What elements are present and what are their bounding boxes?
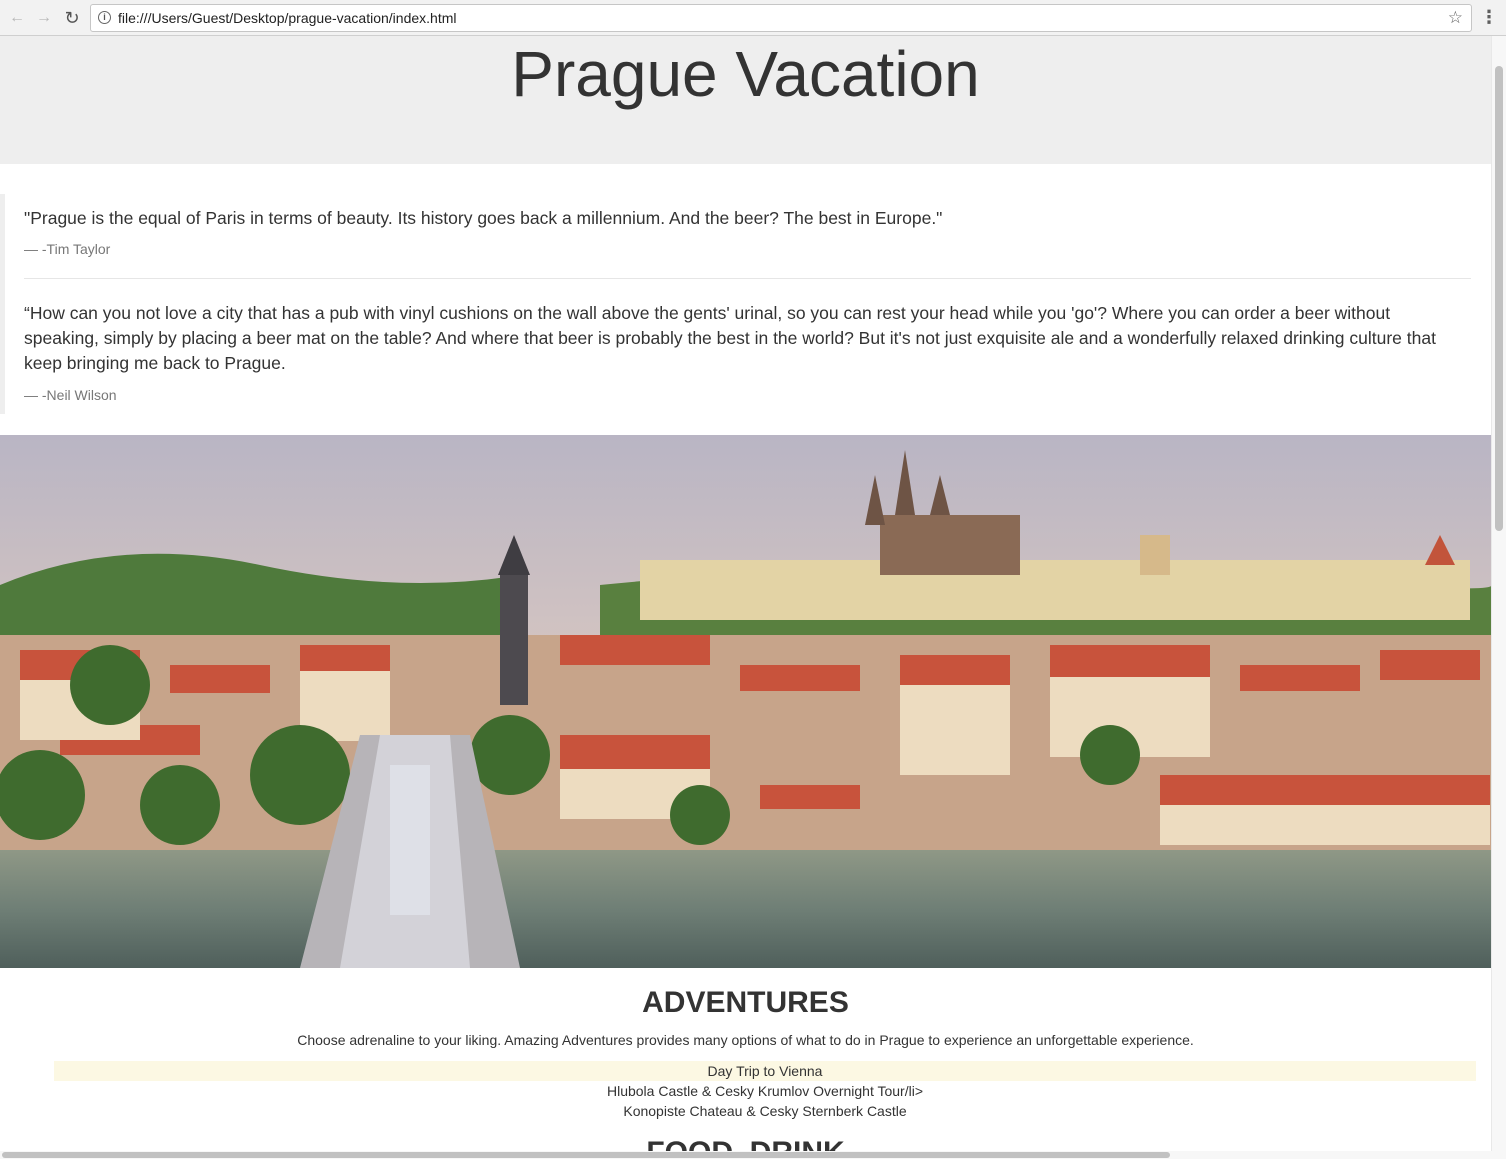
- adventures-heading: ADVENTURES: [642, 986, 849, 1019]
- url-text[interactable]: file:///Users/Guest/Desktop/prague-vacat…: [118, 10, 457, 26]
- horizontal-scrollbar-thumb[interactable]: [2, 1152, 1170, 1158]
- info-icon[interactable]: i: [98, 11, 111, 24]
- back-icon[interactable]: ←: [5, 6, 29, 30]
- vertical-scrollbar-thumb[interactable]: [1495, 66, 1503, 531]
- bookmark-star-icon[interactable]: ☆: [1448, 8, 1463, 28]
- reload-icon[interactable]: ↻: [60, 6, 84, 30]
- tour-list: Day Trip to Vienna Hlubola Castle & Cesk…: [54, 1061, 1476, 1121]
- browser-menu-icon[interactable]: ⋮: [1480, 7, 1498, 28]
- list-item[interactable]: Day Trip to Vienna: [54, 1061, 1476, 1081]
- list-item[interactable]: Hlubola Castle & Cesky Krumlov Overnight…: [54, 1081, 1476, 1101]
- page-title: Prague Vacation: [511, 38, 980, 110]
- quote-author: — -Tim Taylor: [24, 241, 111, 257]
- prague-panorama-image: [0, 435, 1491, 968]
- jumbotron-header: Prague Vacation: [0, 36, 1491, 164]
- quotes-blockquote: "Prague is the equal of Paris in terms o…: [0, 194, 1491, 414]
- food-drink-heading: FOOD, DRINK: [0, 1136, 1491, 1151]
- horizontal-scrollbar[interactable]: [0, 1151, 1506, 1159]
- browser-toolbar: ← → ↻ i file:///Users/Guest/Desktop/prag…: [0, 0, 1506, 36]
- quote-divider: [24, 278, 1471, 279]
- quote-text: "Prague is the equal of Paris in terms o…: [24, 208, 943, 228]
- adventures-description: Choose adrenaline to your liking. Amazin…: [297, 1032, 1194, 1048]
- quote-text: “How can you not love a city that has a …: [24, 303, 1436, 373]
- address-bar[interactable]: i file:///Users/Guest/Desktop/prague-vac…: [90, 4, 1472, 32]
- forward-icon[interactable]: →: [32, 6, 56, 30]
- quote-author: — -Neil Wilson: [24, 387, 117, 403]
- vertical-scrollbar[interactable]: [1491, 36, 1506, 1151]
- page-viewport: Prague Vacation "Prague is the equal of …: [0, 36, 1491, 1151]
- list-item[interactable]: Konopiste Chateau & Cesky Sternberk Cast…: [54, 1101, 1476, 1121]
